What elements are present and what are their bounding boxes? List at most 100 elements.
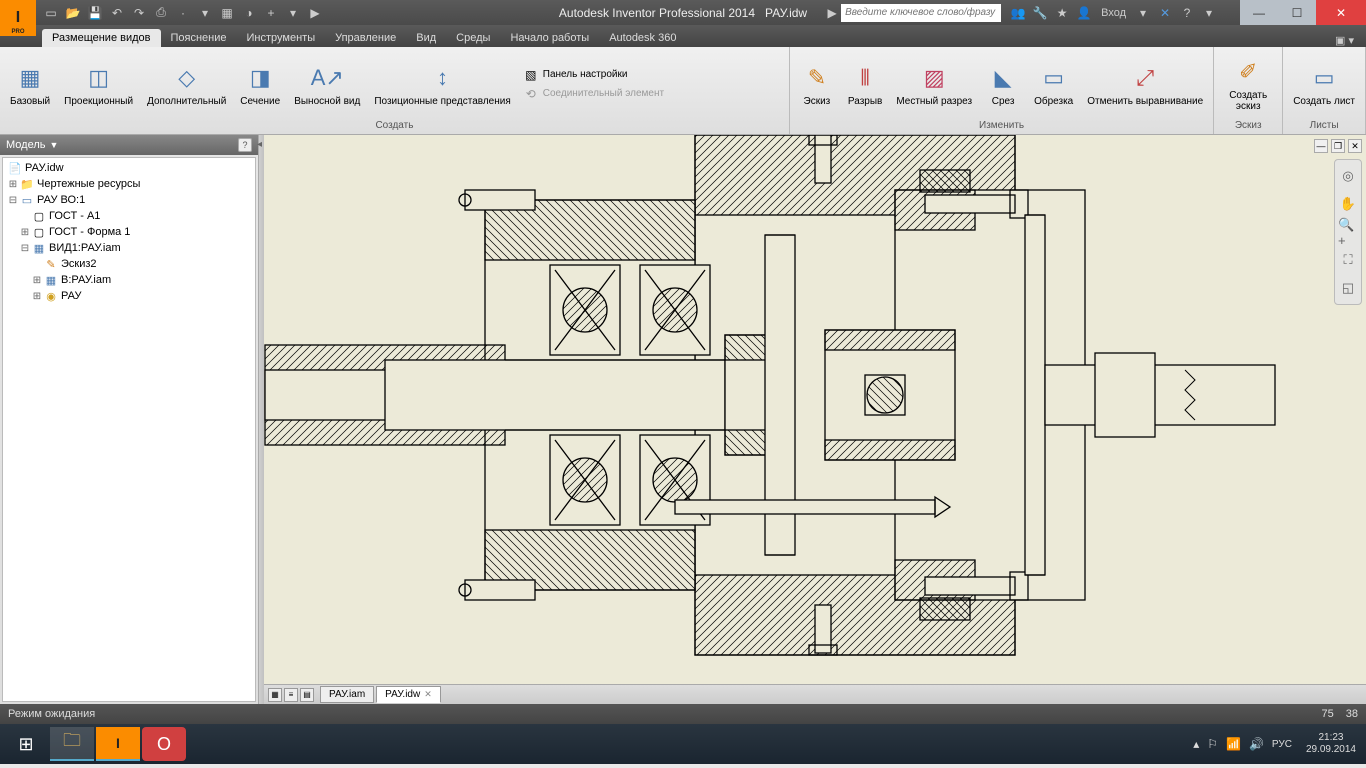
login-link[interactable]: Вход — [1101, 7, 1126, 19]
tab-tools[interactable]: Инструменты — [237, 29, 326, 47]
panel-settings-button[interactable]: ▧Панель настройки — [523, 67, 664, 83]
break-button[interactable]: ⦀Разрыв — [842, 60, 888, 109]
community-icon[interactable]: 👥 — [1007, 2, 1029, 24]
group-modify: ✎Эскиз ⦀Разрыв ▨Местный разрез ◣Срез ▭Об… — [790, 47, 1214, 134]
qat-select-icon[interactable]: ▦ — [218, 4, 236, 22]
key-icon[interactable]: 🔧 — [1029, 2, 1051, 24]
maximize-button[interactable]: ☐ — [1278, 0, 1316, 25]
collapse-icon[interactable]: ⊟ — [19, 243, 31, 254]
nav-wheel-icon[interactable]: ◎ — [1338, 166, 1358, 186]
canvas-restore-icon[interactable]: ❐ — [1331, 139, 1345, 153]
create-sheet-button[interactable]: ▭Создать лист — [1287, 60, 1361, 109]
pos-button[interactable]: ↕Позиционные представления — [368, 60, 516, 109]
close-button[interactable]: ✕ — [1316, 0, 1366, 25]
clock[interactable]: 21:23 29.09.2014 — [1306, 732, 1356, 756]
tree-b-rau[interactable]: ⊞▦B:РАУ.iam — [5, 272, 253, 288]
break-icon: ⦀ — [849, 62, 881, 94]
tab-env[interactable]: Среды — [446, 29, 500, 47]
app-logo[interactable]: IPRO — [0, 0, 36, 36]
sheet-icon: ▭ — [1308, 62, 1340, 94]
star-icon[interactable]: ★ — [1051, 2, 1073, 24]
tray-action-icon[interactable]: ⚐ — [1207, 737, 1218, 751]
base-view-button[interactable]: ▦Базовый — [4, 60, 56, 109]
open-icon[interactable]: 📂 — [64, 4, 82, 22]
quick-access-toolbar: ▭ 📂 💾 ↶ ↷ ⎙ · ▾ ▦ ◑ + ▾ ▶ — [42, 4, 324, 22]
trim-button[interactable]: ▭Обрезка — [1028, 60, 1079, 109]
task-inventor[interactable]: I — [96, 727, 140, 761]
qat-play-icon[interactable]: ▶ — [306, 4, 324, 22]
panel-help-icon[interactable]: ? — [238, 138, 252, 152]
tray-lang[interactable]: РУС — [1272, 739, 1292, 750]
doc-tab-iam[interactable]: РАУ.iam — [320, 686, 374, 703]
qat-add-icon[interactable]: + — [262, 4, 280, 22]
tab-placement[interactable]: Размещение видов — [42, 29, 161, 47]
tree-gost-a1[interactable]: ▢ГОСТ - А1 — [5, 208, 253, 224]
tab-manage[interactable]: Управление — [325, 29, 406, 47]
help-drop-icon[interactable]: ▾ — [1198, 2, 1220, 24]
qat-material-icon[interactable]: ◑ — [240, 4, 258, 22]
task-explorer[interactable]: 🗀 — [50, 727, 94, 761]
tab-start[interactable]: Начало работы — [500, 29, 599, 47]
tray-network-icon[interactable]: 📶 — [1226, 737, 1241, 751]
tray-up-icon[interactable]: ▴ — [1193, 737, 1199, 751]
nav-zoom-in-icon[interactable]: 🔍+ — [1338, 222, 1358, 242]
print-icon[interactable]: ⎙ — [152, 4, 170, 22]
aux-view-button[interactable]: ◇Дополнительный — [141, 60, 232, 109]
unalign-button[interactable]: ⤢Отменить выравнивание — [1081, 60, 1209, 109]
qat-more-icon[interactable]: ▾ — [284, 4, 302, 22]
tab-view[interactable]: Вид — [406, 29, 446, 47]
tab-layout3-icon[interactable]: ▤ — [300, 688, 314, 702]
close-tab-icon[interactable]: ✕ — [424, 689, 432, 700]
expand-icon[interactable]: ⊞ — [19, 227, 31, 238]
projection-view-button[interactable]: ◫Проекционный — [58, 60, 139, 109]
nav-zoom-win-icon[interactable]: ◱ — [1338, 278, 1358, 298]
qat-opt-icon[interactable]: ▾ — [196, 4, 214, 22]
canvas-close-icon[interactable]: ✕ — [1348, 139, 1362, 153]
cut-button[interactable]: ◣Срез — [980, 60, 1026, 109]
save-icon[interactable]: 💾 — [86, 4, 104, 22]
nav-zoom-ext-icon[interactable]: ⛶ — [1338, 250, 1358, 270]
exchange-icon[interactable]: ✕ — [1154, 2, 1176, 24]
model-header[interactable]: Модель▼ ? — [0, 135, 258, 155]
tree-gost-f1[interactable]: ⊞▢ГОСТ - Форма 1 — [5, 224, 253, 240]
create-sketch-button[interactable]: ✐Создать эскиз — [1218, 54, 1278, 114]
model-tree[interactable]: 📄РАУ.idw ⊞📁Чертежные ресурсы ⊟▭РАУ ВО:1 … — [2, 157, 256, 702]
start-button[interactable]: ⊞ — [4, 727, 48, 761]
help-icon[interactable]: ? — [1176, 2, 1198, 24]
tree-view1[interactable]: ⊟▦ВИД1:РАУ.iam — [5, 240, 253, 256]
canvas-min-icon[interactable]: — — [1314, 139, 1328, 153]
pos-icon: ↕ — [427, 62, 459, 94]
detail-button[interactable]: A↗Выносной вид — [288, 60, 366, 109]
tree-resources[interactable]: ⊞📁Чертежные ресурсы — [5, 176, 253, 192]
collapse-icon[interactable]: ⊟ — [7, 195, 19, 206]
expand-icon[interactable]: ⊞ — [31, 291, 43, 302]
tab-layout2-icon[interactable]: ≡ — [284, 688, 298, 702]
sketch-button[interactable]: ✎Эскиз — [794, 60, 840, 109]
undo-icon[interactable]: ↶ — [108, 4, 126, 22]
expand-icon[interactable]: ⊞ — [31, 275, 43, 286]
task-opera[interactable]: O — [142, 727, 186, 761]
tree-rau[interactable]: ⊞◉РАУ — [5, 288, 253, 304]
tray-volume-icon[interactable]: 🔊 — [1249, 737, 1264, 751]
tree-sketch2[interactable]: ✎Эскиз2 — [5, 256, 253, 272]
user-icon[interactable]: 👤 — [1073, 2, 1095, 24]
nav-pan-icon[interactable]: ✋ — [1338, 194, 1358, 214]
expand-icon[interactable]: ⊞ — [7, 179, 19, 190]
doc-tab-idw[interactable]: РАУ.idw✕ — [376, 686, 441, 703]
search-input[interactable] — [841, 4, 1001, 22]
tab-layout1-icon[interactable]: ▦ — [268, 688, 282, 702]
title-text: Autodesk Inventor Professional 2014 РАУ.… — [559, 6, 807, 20]
tree-rau-vo[interactable]: ⊟▭РАУ ВО:1 — [5, 192, 253, 208]
redo-icon[interactable]: ↷ — [130, 4, 148, 22]
local-section-button[interactable]: ▨Местный разрез — [890, 60, 978, 109]
login-dropdown-icon[interactable]: ▾ — [1132, 2, 1154, 24]
ribbon-toggle-icon[interactable]: ▣ ▾ — [1323, 34, 1366, 47]
minimize-button[interactable]: — — [1240, 0, 1278, 25]
tab-a360[interactable]: Autodesk 360 — [599, 29, 686, 47]
search-play-icon[interactable]: ▶ — [823, 4, 841, 22]
tab-explain[interactable]: Пояснение — [161, 29, 237, 47]
new-icon[interactable]: ▭ — [42, 4, 60, 22]
tree-root[interactable]: 📄РАУ.idw — [5, 160, 253, 176]
section-button[interactable]: ◨Сечение — [234, 60, 286, 109]
drawing-canvas[interactable]: — ❐ ✕ ◎ ✋ 🔍+ ⛶ ◱ — [264, 135, 1366, 684]
